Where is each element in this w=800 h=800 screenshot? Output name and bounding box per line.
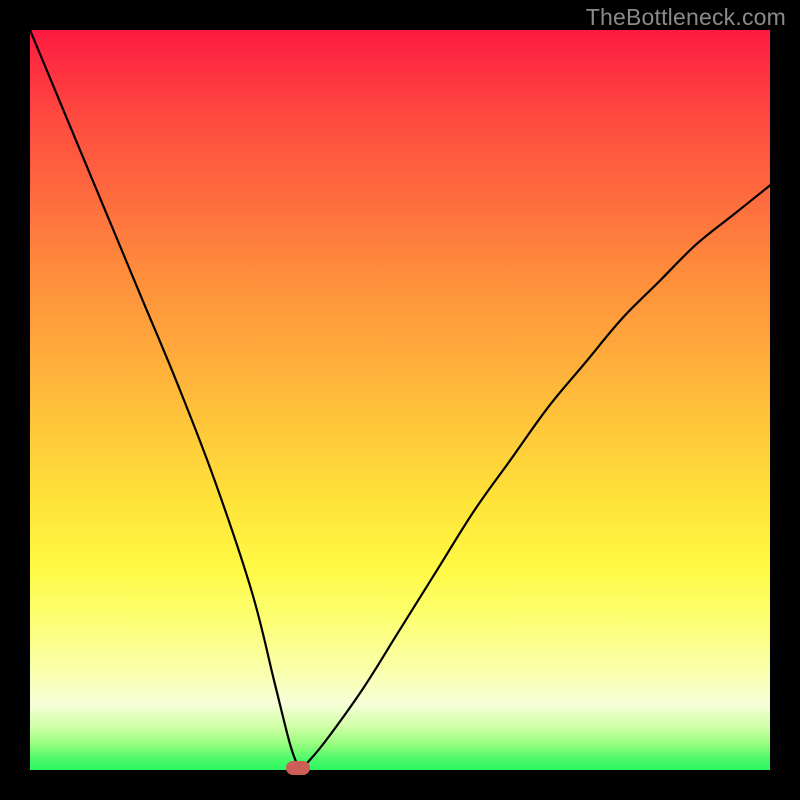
chart-frame: TheBottleneck.com: [0, 0, 800, 800]
plot-area: [30, 30, 770, 770]
bottleneck-curve-path: [30, 30, 770, 770]
curve-svg: [30, 30, 770, 770]
minimum-marker: [286, 761, 310, 775]
attribution-text: TheBottleneck.com: [586, 4, 786, 31]
